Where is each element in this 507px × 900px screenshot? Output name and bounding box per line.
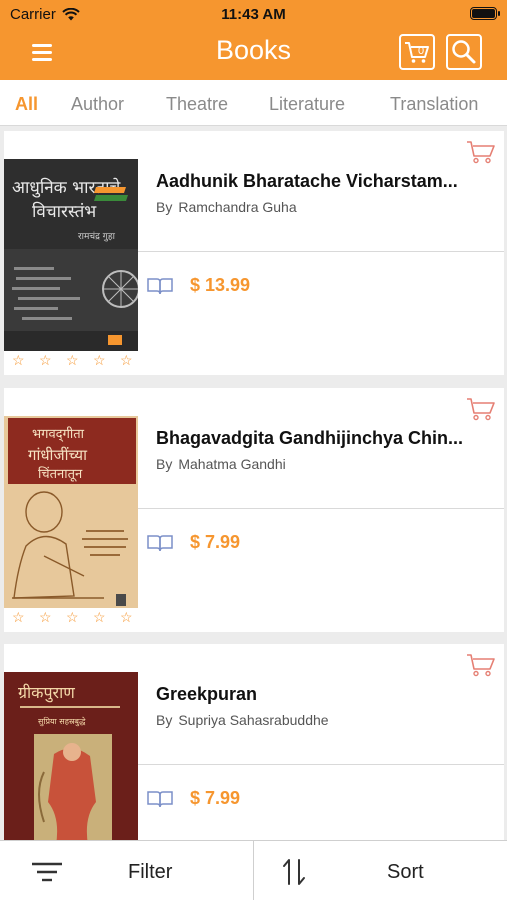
book-cover-image: आधुनिक भारताचे विचारस्तंभ रामचंद्र गुहा — [4, 159, 138, 351]
book-price: $ 7.99 — [190, 532, 241, 552]
book-card[interactable]: भगवद्‌गीता गांधीजींच्या चिंतनातून ☆ ☆ ☆ ☆ ☆ … — [4, 388, 504, 632]
star-icon: ☆ — [120, 352, 133, 368]
category-tabs: All Author Theatre Literature Translatio… — [0, 80, 507, 126]
status-bar: Carrier 11:43 AM — [0, 0, 507, 28]
svg-text:रामचंद्र गुहा: रामचंद्र गुहा — [78, 231, 116, 242]
rating-stars: ☆ ☆ ☆ ☆ ☆ — [12, 352, 134, 369]
add-to-cart-icon[interactable] — [465, 652, 497, 678]
search-button[interactable] — [446, 34, 482, 70]
star-icon: ☆ — [120, 609, 133, 625]
svg-text:भगवद्‌गीता: भगवद्‌गीता — [32, 426, 85, 443]
cart-icon: 0 — [405, 42, 429, 63]
book-cover[interactable]: ग्रीकपुराण सुप्रिया सहस्रबुद्धे — [4, 672, 138, 864]
book-cover[interactable]: भगवद्‌गीता गांधीजींच्या चिंतनातून — [4, 416, 138, 608]
book-price: $ 13.99 — [190, 275, 251, 295]
tab-all[interactable]: All — [15, 94, 38, 115]
filter-button[interactable]: Filter — [0, 841, 253, 900]
book-cover-image: ग्रीकपुराण सुप्रिया सहस्रबुद्धे — [4, 672, 138, 864]
tab-literature[interactable]: Literature — [269, 94, 345, 115]
filter-label: Filter — [128, 861, 173, 883]
sort-icon — [283, 859, 305, 885]
svg-text:विचारस्तंभ: विचारस्तंभ — [32, 201, 97, 222]
book-title[interactable]: Bhagavadgita Gandhijinchya Chin... — [156, 428, 496, 449]
book-author: By Mahatma Gandhi — [156, 456, 286, 472]
divider — [138, 251, 504, 252]
search-icon — [452, 40, 476, 64]
star-icon: ☆ — [66, 609, 79, 625]
read-sample-icon[interactable] — [147, 534, 173, 552]
book-card[interactable]: आधुनिक भारताचे विचारस्तंभ रामचंद्र गुहा … — [4, 131, 504, 375]
book-price: $ 7.99 — [190, 788, 241, 808]
filter-icon — [32, 862, 62, 882]
bottom-action-bar: Filter Sort — [0, 840, 507, 900]
read-sample-icon[interactable] — [147, 790, 173, 808]
cart-button[interactable]: 0 — [399, 34, 435, 70]
star-icon: ☆ — [93, 352, 106, 368]
book-author: By Supriya Sahasrabuddhe — [156, 712, 329, 728]
clock: 11:43 AM — [221, 6, 286, 23]
tab-theatre[interactable]: Theatre — [166, 94, 228, 115]
svg-text:गांधीजींच्या: गांधीजींच्या — [28, 446, 88, 464]
star-icon: ☆ — [12, 609, 25, 625]
svg-text:चिंतनातून: चिंतनातून — [38, 466, 83, 482]
svg-text:सुप्रिया सहस्रबुद्धे: सुप्रिया सहस्रबुद्धे — [38, 716, 86, 727]
navigation-bar: Carrier 11:43 AM Books 0 — [0, 0, 507, 80]
sort-button[interactable]: Sort — [254, 841, 507, 900]
add-to-cart-icon[interactable] — [465, 139, 497, 165]
read-sample-icon[interactable] — [147, 277, 173, 295]
sort-label: Sort — [387, 861, 424, 883]
add-to-cart-icon[interactable] — [465, 396, 497, 422]
book-title[interactable]: Greekpuran — [156, 684, 496, 705]
book-cover-image: भगवद्‌गीता गांधीजींच्या चिंतनातून — [4, 416, 138, 608]
star-icon: ☆ — [93, 609, 106, 625]
book-author: By Ramchandra Guha — [156, 199, 297, 215]
star-icon: ☆ — [12, 352, 25, 368]
rating-stars: ☆ ☆ ☆ ☆ ☆ — [12, 609, 134, 626]
star-icon: ☆ — [39, 609, 52, 625]
star-icon: ☆ — [39, 352, 52, 368]
book-title[interactable]: Aadhunik Bharatache Vicharstam... — [156, 171, 496, 192]
cart-count: 0 — [418, 45, 424, 57]
svg-text:ग्रीकपुराण: ग्रीकपुराण — [18, 683, 75, 703]
divider — [138, 508, 504, 509]
battery-icon — [470, 7, 500, 20]
divider — [138, 764, 504, 765]
tab-translation[interactable]: Translation — [390, 94, 478, 115]
book-cover[interactable]: आधुनिक भारताचे विचारस्तंभ रामचंद्र गुहा — [4, 159, 138, 351]
star-icon: ☆ — [66, 352, 79, 368]
tab-author[interactable]: Author — [71, 94, 124, 115]
